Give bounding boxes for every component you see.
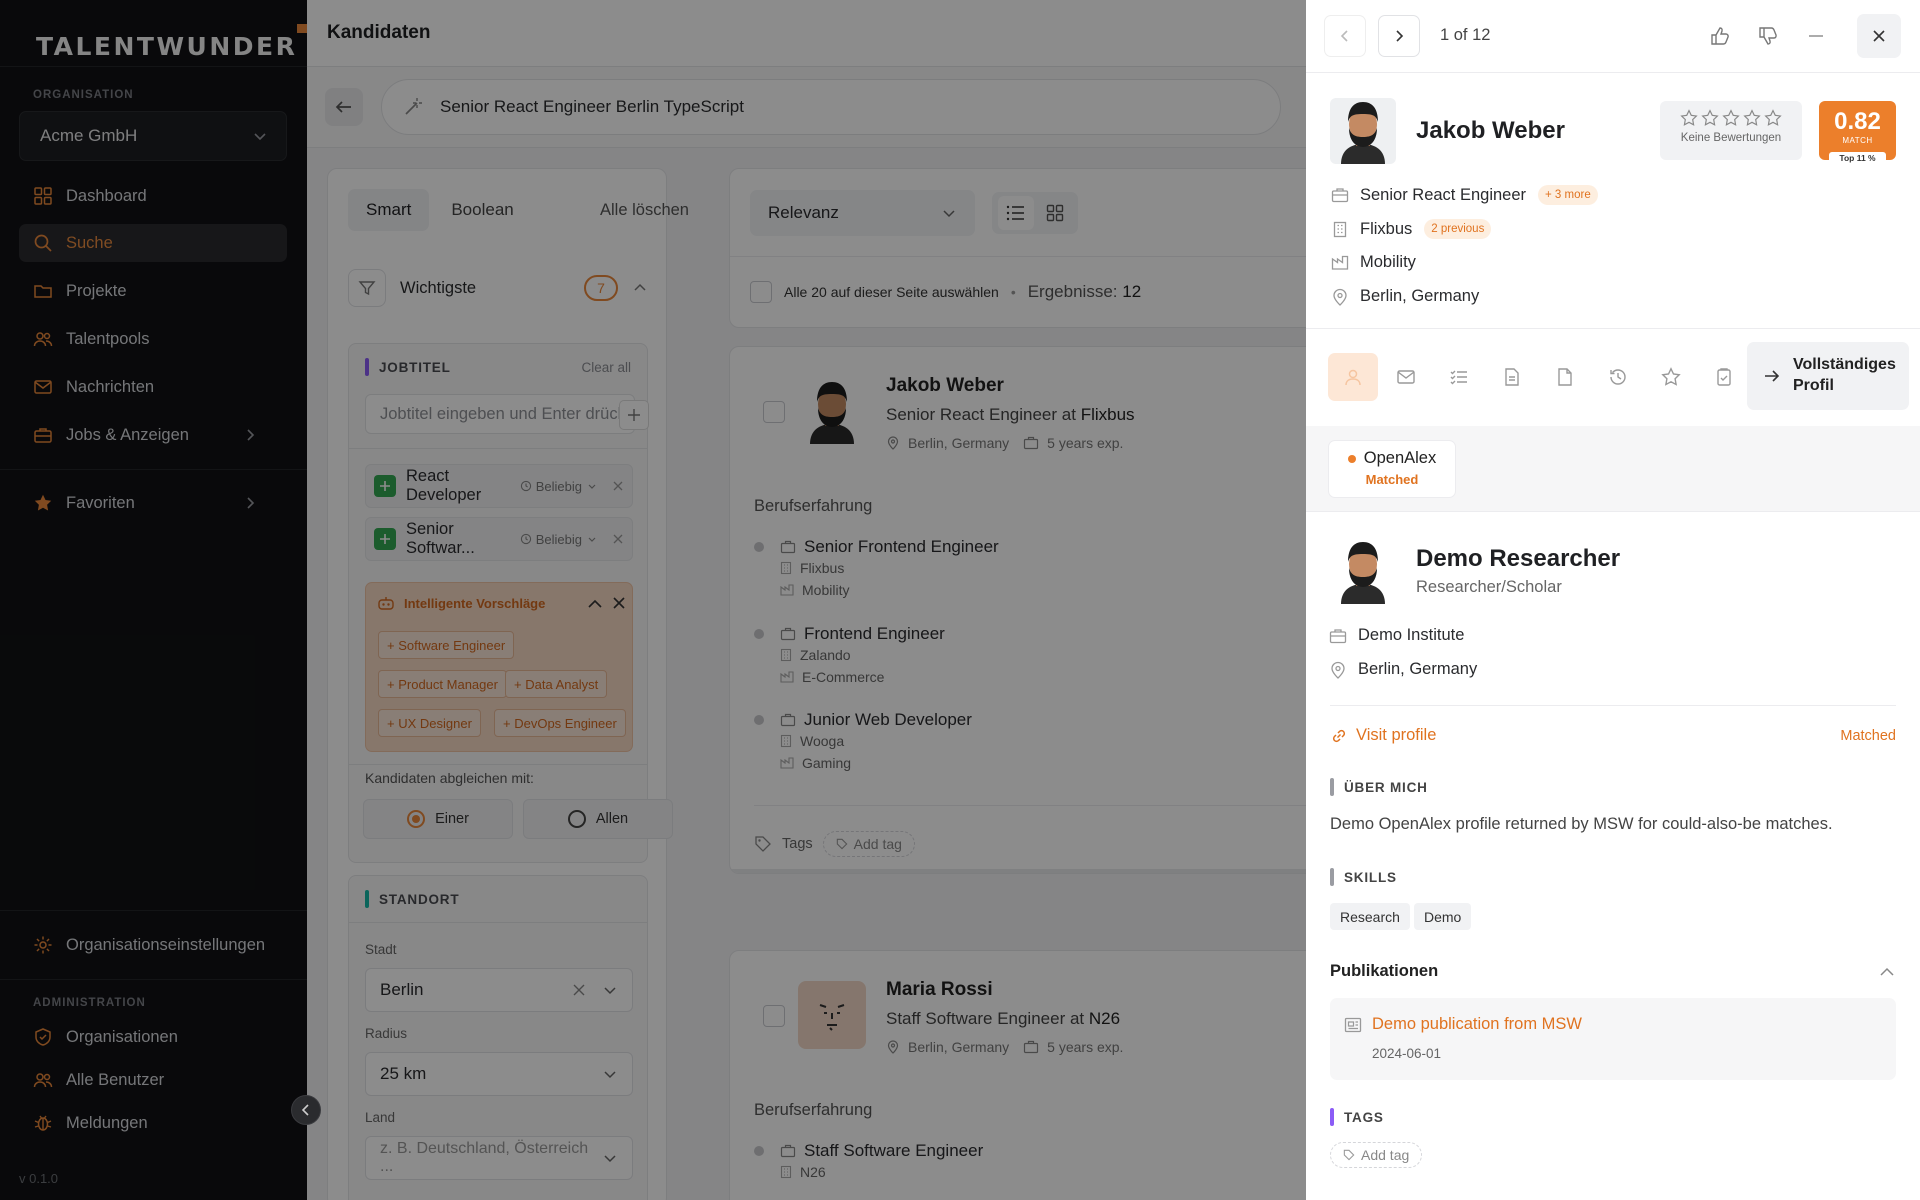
minimize-icon[interactable] [1802, 22, 1830, 50]
visit-profile-label: Visit profile [1356, 726, 1437, 744]
match-label: MATCH [1842, 136, 1873, 145]
profile-company-row: Flixbus 2 previous [1330, 219, 1492, 239]
source-card[interactable]: OpenAlex Matched [1328, 440, 1456, 498]
tab-tasks[interactable] [1699, 353, 1749, 401]
more-titles-badge[interactable]: + 3 more [1538, 185, 1598, 205]
drawer-toolbar: 1 of 12 [1306, 0, 1920, 73]
mail-icon [1397, 370, 1415, 384]
researcher-location: Berlin, Germany [1358, 660, 1478, 678]
tab-checklist[interactable] [1434, 353, 1484, 401]
avatar [1330, 538, 1396, 604]
profile-location-row: Berlin, Germany [1330, 287, 1479, 306]
modal-backdrop[interactable] [0, 0, 1306, 1200]
file-icon [1558, 368, 1572, 386]
chevron-up-icon[interactable] [1878, 963, 1896, 981]
document-icon [1505, 368, 1519, 386]
rating-widget[interactable]: Keine Bewertungen [1660, 101, 1802, 160]
profile-location: Berlin, Germany [1360, 287, 1480, 305]
tags-header: TAGS [1330, 1108, 1384, 1126]
researcher-institute-row: Demo Institute [1328, 626, 1464, 645]
match-score: 0.82 [1834, 108, 1881, 135]
profile-tabs [1328, 353, 1752, 401]
profile-industry: Mobility [1360, 253, 1416, 271]
tab-messages[interactable] [1381, 353, 1431, 401]
match-rank: Top 11 % [1829, 152, 1886, 164]
avatar [1330, 98, 1396, 164]
star-icon [1722, 109, 1740, 126]
add-tag-label: Add tag [1361, 1147, 1410, 1163]
link-icon [1332, 729, 1346, 742]
clipboard-check-icon [1717, 368, 1731, 386]
researcher-location-row: Berlin, Germany [1328, 660, 1477, 679]
candidate-drawer: 1 of 12 Jakob Weber Keine Bewertungen 0.… [1306, 0, 1920, 1200]
close-drawer-button[interactable] [1857, 14, 1901, 58]
publication-title[interactable]: Demo publication from MSW [1372, 1015, 1582, 1034]
thumbs-down-icon[interactable] [1754, 22, 1782, 50]
skills-header: SKILLS [1330, 868, 1397, 886]
arrow-right-icon [1763, 367, 1781, 385]
publication-date: 2024-06-01 [1372, 1046, 1442, 1061]
researcher-subtitle: Researcher/Scholar [1416, 578, 1562, 596]
profile-company: Flixbus [1360, 219, 1413, 238]
chevron-right-icon [1391, 28, 1407, 44]
newspaper-icon [1344, 1016, 1362, 1034]
rating-label: Keine Bewertungen [1680, 132, 1782, 144]
previous-companies-badge[interactable]: 2 previous [1424, 219, 1492, 239]
skill-chip: Demo [1414, 903, 1472, 930]
star-icon [1701, 109, 1719, 126]
add-tag-button[interactable]: Add tag [1330, 1142, 1423, 1168]
tab-history[interactable] [1593, 353, 1643, 401]
visit-profile-link[interactable]: Visit profile [1330, 726, 1436, 745]
tab-files[interactable] [1540, 353, 1590, 401]
match-score-badge: 0.82 MATCH Top 11 % [1819, 101, 1896, 164]
user-icon [1345, 369, 1361, 386]
next-button[interactable] [1378, 15, 1420, 57]
checklist-icon [1450, 370, 1467, 385]
about-header-label: ÜBER MICH [1344, 779, 1428, 795]
pin-icon [1328, 660, 1347, 679]
source-name: OpenAlex [1329, 449, 1455, 468]
full-profile-button[interactable]: Vollständiges Profil [1747, 342, 1909, 410]
researcher-name: Demo Researcher [1416, 545, 1621, 572]
researcher-institute: Demo Institute [1358, 626, 1465, 644]
star-rating [1660, 109, 1802, 127]
profile-industry-row: Mobility [1330, 253, 1416, 272]
close-icon [1871, 28, 1887, 44]
tag-icon [1343, 1149, 1355, 1161]
about-header: ÜBER MICH [1330, 778, 1428, 796]
full-profile-label: Vollständiges Profil [1793, 356, 1896, 394]
chevron-left-icon [1337, 28, 1353, 44]
prev-button[interactable] [1324, 15, 1366, 57]
source-strip: OpenAlex Matched [1306, 426, 1920, 512]
pager-label: 1 of 12 [1440, 26, 1491, 44]
star-icon [1661, 367, 1681, 386]
star-icon [1680, 109, 1698, 126]
pin-icon [1330, 287, 1349, 306]
skill-chip: Research [1330, 903, 1410, 930]
skills-header-label: SKILLS [1344, 869, 1397, 885]
profile-name: Jakob Weber [1416, 117, 1565, 144]
briefcase-icon [1328, 626, 1347, 645]
profile-title-row: Senior React Engineer + 3 more [1330, 185, 1598, 205]
collapse-sidebar-button[interactable] [291, 1095, 321, 1125]
briefcase-icon [1330, 186, 1349, 205]
tags-header-label: TAGS [1344, 1109, 1384, 1125]
publications-header[interactable]: Publikationen [1330, 962, 1438, 981]
building-icon [1330, 220, 1349, 239]
thumbs-up-icon[interactable] [1706, 22, 1734, 50]
history-icon [1610, 369, 1626, 385]
tab-favorites[interactable] [1646, 353, 1696, 401]
tab-notes[interactable] [1487, 353, 1537, 401]
publication-card[interactable]: Demo publication from MSW 2024-06-01 [1330, 998, 1896, 1080]
tab-profile[interactable] [1328, 353, 1378, 401]
star-icon [1764, 109, 1782, 126]
source-status: Matched [1365, 472, 1419, 487]
chevron-left-icon [299, 1103, 313, 1117]
star-icon [1743, 109, 1761, 126]
about-text: Demo OpenAlex profile returned by MSW fo… [1330, 815, 1833, 833]
profile-title: Senior React Engineer [1360, 185, 1527, 204]
matched-status: Matched [1840, 728, 1896, 744]
industry-icon [1330, 253, 1349, 272]
